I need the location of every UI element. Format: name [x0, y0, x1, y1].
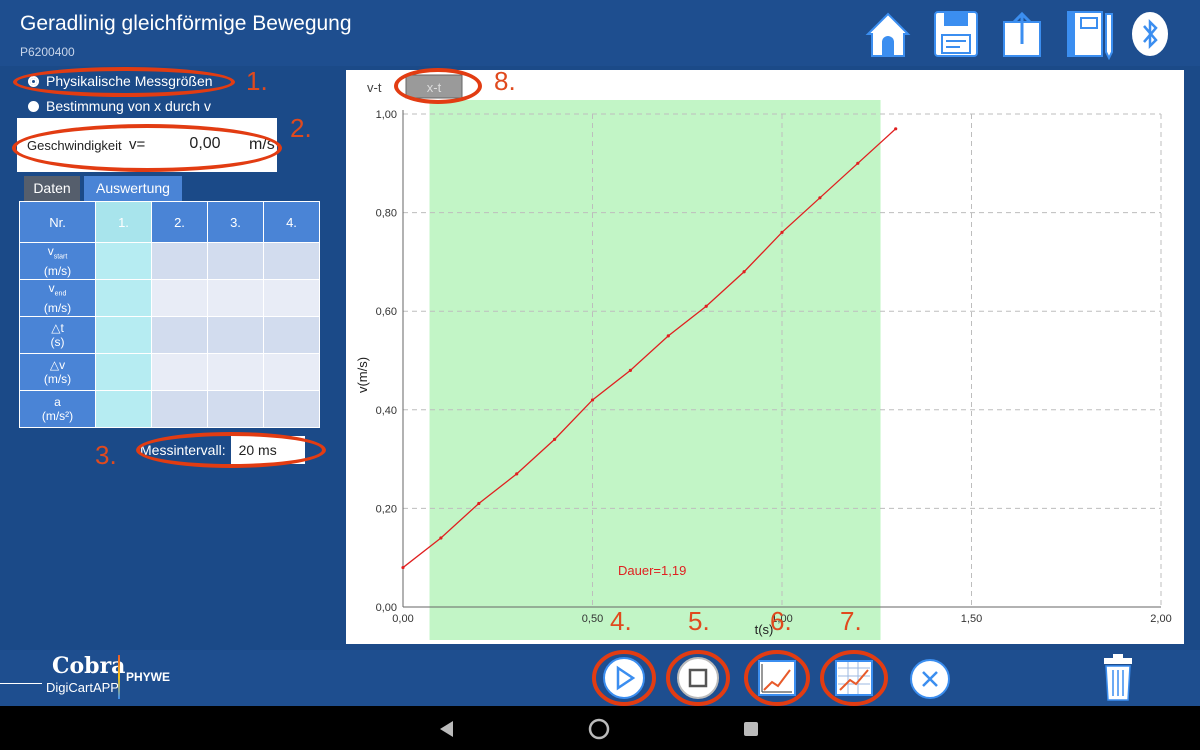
plot-area: 0,00 0,50 1,00 1,50 2,00 0,00 0,20 0,40 0,60 0,80… [355, 100, 1172, 640]
trash-button[interactable] [1098, 654, 1138, 702]
data-point [477, 501, 481, 506]
table-row: △t (s) [19, 316, 320, 354]
row-label: a (m/s²) [19, 390, 96, 428]
data-point [780, 230, 784, 234]
tab-evaluation[interactable]: Auswertung [84, 176, 182, 201]
recents-icon[interactable] [742, 720, 760, 738]
duration-label: Dauer=1,19 [618, 563, 686, 578]
export-icon[interactable] [998, 8, 1050, 60]
table-row: a (m/s²) [19, 390, 320, 428]
data-point [401, 565, 405, 570]
notebook-icon[interactable] [1064, 8, 1116, 60]
chart-view-button[interactable] [744, 650, 810, 706]
bluetooth-icon[interactable] [1128, 8, 1172, 60]
chart-table-button[interactable] [820, 650, 888, 706]
y-axis-label: v(m/s) [355, 357, 370, 393]
close-button[interactable] [908, 657, 952, 701]
home-icon[interactable] [862, 8, 914, 60]
stop-button[interactable] [666, 650, 730, 706]
x-tick-label: 0,50 [582, 613, 603, 625]
x-tick-label: 0,00 [392, 613, 413, 625]
annotation-oval-3 [136, 432, 326, 468]
x-tick-label: 1,50 [961, 613, 982, 625]
annotation-4: 4. [610, 606, 632, 636]
table-header[interactable]: 4. [263, 201, 320, 243]
annotation-6: 6. [770, 606, 792, 636]
bottom-toolbar: Cobra DigiCartAPP PHYWE [0, 650, 1200, 706]
table-header[interactable]: 1. [95, 201, 152, 243]
table-row: △v (m/s) [19, 353, 320, 391]
system-nav-bar [0, 706, 1200, 750]
data-point [439, 536, 443, 540]
y-tick-label: 0,80 [376, 208, 397, 220]
table-row: vstart (m/s) [19, 242, 320, 280]
play-button[interactable] [592, 650, 656, 706]
y-tick-label: 0,20 [376, 503, 397, 515]
table-header[interactable]: 2. [151, 201, 208, 243]
chart-panel: v-t x-t 0,00 0,50 1,00 1,50 2,00 0,00 0,20 0,40… [346, 70, 1184, 644]
data-point [590, 398, 595, 402]
annotation-oval-1 [13, 67, 235, 97]
y-tick-label: 0,40 [376, 405, 397, 417]
table-row: vend (m/s) [19, 279, 320, 317]
data-point [553, 437, 557, 441]
annotation-3: 3. [95, 440, 117, 470]
annotation-2: 2. [290, 113, 312, 143]
radio-determine-x[interactable]: Bestimmung von x durch v [28, 98, 211, 114]
x-tick-label: 2,00 [1150, 613, 1171, 625]
annotation-oval-2 [12, 124, 282, 172]
annotation-7: 7. [840, 606, 862, 636]
save-icon[interactable] [930, 8, 982, 60]
home-nav-icon[interactable] [588, 718, 610, 740]
y-tick-label: 1,00 [376, 109, 397, 121]
data-point [515, 472, 519, 476]
y-tick-label: 0,00 [376, 602, 397, 614]
data-point [628, 368, 632, 372]
annotation-8: 8. [494, 66, 516, 96]
row-label: △t (s) [19, 316, 96, 354]
top-bar: Geradlinig gleichförmige Bewegung P62004… [0, 0, 1200, 66]
annotation-oval-8 [394, 68, 482, 104]
brand-logo: Cobra DigiCartAPP PHYWE [0, 650, 190, 706]
radio-label: Bestimmung von x durch v [46, 98, 211, 114]
row-label: vstart (m/s) [19, 242, 96, 280]
table-header: Nr. [19, 201, 96, 243]
data-table: Nr. 1. 2. 3. 4. vstart (m/s) vend (m/s) △t… [19, 201, 320, 428]
tab-vt[interactable]: v-t [367, 80, 382, 95]
data-point [704, 304, 708, 308]
experiment-id: P6200400 [20, 45, 75, 59]
row-label: vend (m/s) [19, 279, 96, 317]
page-title: Geradlinig gleichförmige Bewegung [20, 12, 352, 35]
row-label: △v (m/s) [19, 353, 96, 391]
data-point [818, 196, 822, 200]
table-header[interactable]: 3. [207, 201, 264, 243]
vt-chart: v-t x-t 0,00 0,50 1,00 1,50 2,000,000,200,40… [355, 74, 1172, 640]
radio-unselected-icon [28, 100, 39, 112]
tab-data[interactable]: Daten [24, 176, 80, 201]
highlight-region [429, 100, 881, 640]
data-point [742, 270, 746, 274]
annotation-1: 1. [246, 66, 268, 96]
y-tick-label: 0,60 [376, 306, 397, 318]
back-icon[interactable] [438, 720, 456, 738]
data-point [666, 334, 670, 338]
data-point [856, 161, 860, 165]
annotation-5: 5. [688, 606, 710, 636]
data-point [894, 127, 898, 131]
